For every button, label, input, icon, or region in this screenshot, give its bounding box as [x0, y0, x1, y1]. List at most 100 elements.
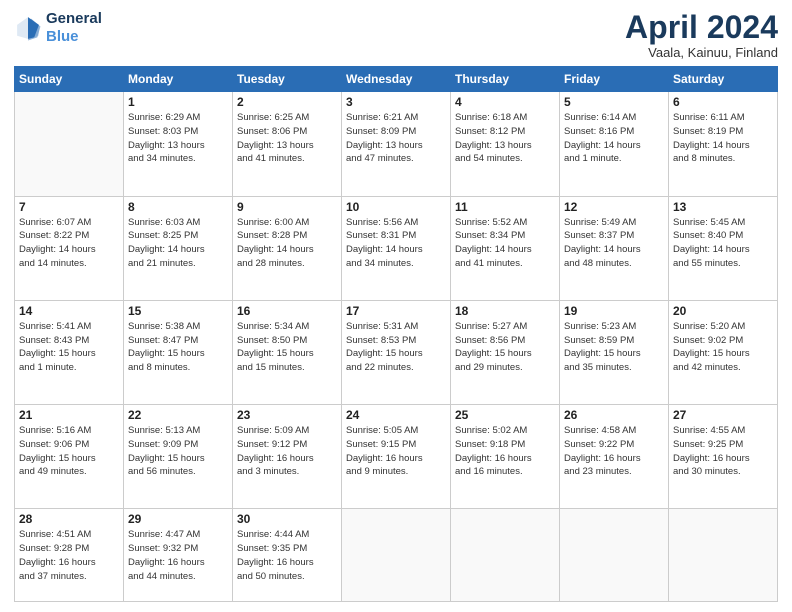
day-header-saturday: Saturday — [669, 67, 778, 92]
calendar-cell: 8 Sunrise: 6:03 AM Sunset: 8:25 PM Daylig… — [124, 196, 233, 300]
calendar-table: SundayMondayTuesdayWednesdayThursdayFrid… — [14, 66, 778, 602]
day-number: 20 — [673, 304, 773, 318]
day-number: 2 — [237, 95, 337, 109]
day-detail: Sunrise: 5:45 AM Sunset: 8:40 PM Dayligh… — [673, 216, 773, 271]
day-number: 27 — [673, 408, 773, 422]
calendar-cell: 5 Sunrise: 6:14 AM Sunset: 8:16 PM Daylig… — [560, 92, 669, 196]
day-detail: Sunrise: 5:05 AM Sunset: 9:15 PM Dayligh… — [346, 424, 446, 479]
calendar-cell: 18 Sunrise: 5:27 AM Sunset: 8:56 PM Dayli… — [451, 300, 560, 404]
day-detail: Sunrise: 6:00 AM Sunset: 8:28 PM Dayligh… — [237, 216, 337, 271]
calendar-cell: 6Sunrise: 6:11 AM Sunset: 8:19 PM Daylig… — [669, 92, 778, 196]
day-detail: Sunrise: 5:38 AM Sunset: 8:47 PM Dayligh… — [128, 320, 228, 375]
day-detail: Sunrise: 5:31 AM Sunset: 8:53 PM Dayligh… — [346, 320, 446, 375]
day-detail: Sunrise: 6:03 AM Sunset: 8:25 PM Dayligh… — [128, 216, 228, 271]
day-detail: Sunrise: 5:41 AM Sunset: 8:43 PM Dayligh… — [19, 320, 119, 375]
day-number: 1 — [128, 95, 228, 109]
calendar-cell: 30 Sunrise: 4:44 AM Sunset: 9:35 PM Dayli… — [233, 509, 342, 602]
day-detail: Sunrise: 4:44 AM Sunset: 9:35 PM Dayligh… — [237, 528, 337, 583]
day-detail: Sunrise: 4:58 AM Sunset: 9:22 PM Dayligh… — [564, 424, 664, 479]
day-detail: Sunrise: 5:23 AM Sunset: 8:59 PM Dayligh… — [564, 320, 664, 375]
calendar-week-1: 1Sunrise: 6:29 AM Sunset: 8:03 PM Daylig… — [15, 92, 778, 196]
day-detail: Sunrise: 4:51 AM Sunset: 9:28 PM Dayligh… — [19, 528, 119, 583]
day-number: 29 — [128, 512, 228, 526]
day-detail: Sunrise: 4:47 AM Sunset: 9:32 PM Dayligh… — [128, 528, 228, 583]
day-header-monday: Monday — [124, 67, 233, 92]
day-number: 9 — [237, 200, 337, 214]
calendar-cell: 13 Sunrise: 5:45 AM Sunset: 8:40 PM Dayli… — [669, 196, 778, 300]
location: Vaala, Kainuu, Finland — [625, 45, 778, 60]
calendar-cell: 3 Sunrise: 6:21 AM Sunset: 8:09 PM Daylig… — [342, 92, 451, 196]
day-header-sunday: Sunday — [15, 67, 124, 92]
calendar-cell: 23 Sunrise: 5:09 AM Sunset: 9:12 PM Dayli… — [233, 405, 342, 509]
day-number: 5 — [564, 95, 664, 109]
day-detail: Sunrise: 5:49 AM Sunset: 8:37 PM Dayligh… — [564, 216, 664, 271]
day-number: 30 — [237, 512, 337, 526]
day-number: 7 — [19, 200, 119, 214]
day-number: 25 — [455, 408, 555, 422]
day-number: 12 — [564, 200, 664, 214]
day-detail: Sunrise: 5:27 AM Sunset: 8:56 PM Dayligh… — [455, 320, 555, 375]
calendar-cell: 11 Sunrise: 5:52 AM Sunset: 8:34 PM Dayli… — [451, 196, 560, 300]
day-detail: Sunrise: 5:02 AM Sunset: 9:18 PM Dayligh… — [455, 424, 555, 479]
day-number: 4 — [455, 95, 555, 109]
day-detail: Sunrise: 5:16 AM Sunset: 9:06 PM Dayligh… — [19, 424, 119, 479]
day-number: 17 — [346, 304, 446, 318]
calendar-cell: 17 Sunrise: 5:31 AM Sunset: 8:53 PM Dayli… — [342, 300, 451, 404]
calendar-cell: 15 Sunrise: 5:38 AM Sunset: 8:47 PM Dayli… — [124, 300, 233, 404]
day-number: 21 — [19, 408, 119, 422]
calendar-cell: 12 Sunrise: 5:49 AM Sunset: 8:37 PM Dayli… — [560, 196, 669, 300]
day-detail: Sunrise: 6:25 AM Sunset: 8:06 PM Dayligh… — [237, 111, 337, 166]
day-detail: Sunrise: 6:21 AM Sunset: 8:09 PM Dayligh… — [346, 111, 446, 166]
day-number: 23 — [237, 408, 337, 422]
calendar-week-2: 7 Sunrise: 6:07 AM Sunset: 8:22 PM Daylig… — [15, 196, 778, 300]
day-number: 18 — [455, 304, 555, 318]
calendar-cell — [669, 509, 778, 602]
day-header-tuesday: Tuesday — [233, 67, 342, 92]
day-detail: Sunrise: 5:09 AM Sunset: 9:12 PM Dayligh… — [237, 424, 337, 479]
day-number: 24 — [346, 408, 446, 422]
calendar-cell: 4 Sunrise: 6:18 AM Sunset: 8:12 PM Daylig… — [451, 92, 560, 196]
calendar-header-row: SundayMondayTuesdayWednesdayThursdayFrid… — [15, 67, 778, 92]
calendar-cell: 26 Sunrise: 4:58 AM Sunset: 9:22 PM Dayli… — [560, 405, 669, 509]
page: General Blue April 2024 Vaala, Kainuu, F… — [0, 0, 792, 612]
header: General Blue April 2024 Vaala, Kainuu, F… — [14, 10, 778, 60]
day-header-wednesday: Wednesday — [342, 67, 451, 92]
day-detail: Sunrise: 5:52 AM Sunset: 8:34 PM Dayligh… — [455, 216, 555, 271]
calendar-week-4: 21 Sunrise: 5:16 AM Sunset: 9:06 PM Dayli… — [15, 405, 778, 509]
day-number: 26 — [564, 408, 664, 422]
calendar-cell: 22 Sunrise: 5:13 AM Sunset: 9:09 PM Dayli… — [124, 405, 233, 509]
day-number: 22 — [128, 408, 228, 422]
calendar-cell: 14 Sunrise: 5:41 AM Sunset: 8:43 PM Dayli… — [15, 300, 124, 404]
day-detail: Sunrise: 5:20 AM Sunset: 9:02 PM Dayligh… — [673, 320, 773, 375]
logo-text: General Blue — [46, 10, 102, 46]
calendar-cell: 19 Sunrise: 5:23 AM Sunset: 8:59 PM Dayli… — [560, 300, 669, 404]
day-number: 19 — [564, 304, 664, 318]
calendar-cell: 10Sunrise: 5:56 AM Sunset: 8:31 PM Dayli… — [342, 196, 451, 300]
calendar-cell — [560, 509, 669, 602]
calendar-cell: 7 Sunrise: 6:07 AM Sunset: 8:22 PM Daylig… — [15, 196, 124, 300]
calendar-cell: 29 Sunrise: 4:47 AM Sunset: 9:32 PM Dayli… — [124, 509, 233, 602]
day-number: 6 — [673, 95, 773, 109]
logo-line2: Blue — [46, 28, 79, 45]
calendar-cell: 25 Sunrise: 5:02 AM Sunset: 9:18 PM Dayli… — [451, 405, 560, 509]
logo: General Blue — [14, 10, 102, 46]
day-number: 10 — [346, 200, 446, 214]
calendar-cell: 1Sunrise: 6:29 AM Sunset: 8:03 PM Daylig… — [124, 92, 233, 196]
day-number: 3 — [346, 95, 446, 109]
day-detail: Sunrise: 6:14 AM Sunset: 8:16 PM Dayligh… — [564, 111, 664, 166]
day-number: 15 — [128, 304, 228, 318]
day-number: 8 — [128, 200, 228, 214]
day-detail: Sunrise: 5:13 AM Sunset: 9:09 PM Dayligh… — [128, 424, 228, 479]
day-number: 28 — [19, 512, 119, 526]
day-detail: Sunrise: 6:07 AM Sunset: 8:22 PM Dayligh… — [19, 216, 119, 271]
calendar-cell: 21 Sunrise: 5:16 AM Sunset: 9:06 PM Dayli… — [15, 405, 124, 509]
day-detail: Sunrise: 4:55 AM Sunset: 9:25 PM Dayligh… — [673, 424, 773, 479]
calendar-cell: 16Sunrise: 5:34 AM Sunset: 8:50 PM Dayli… — [233, 300, 342, 404]
day-number: 14 — [19, 304, 119, 318]
day-number: 11 — [455, 200, 555, 214]
day-detail: Sunrise: 6:18 AM Sunset: 8:12 PM Dayligh… — [455, 111, 555, 166]
calendar-cell — [342, 509, 451, 602]
calendar-cell: 27 Sunrise: 4:55 AM Sunset: 9:25 PM Dayli… — [669, 405, 778, 509]
day-number: 13 — [673, 200, 773, 214]
calendar-cell: 20 Sunrise: 5:20 AM Sunset: 9:02 PM Dayli… — [669, 300, 778, 404]
